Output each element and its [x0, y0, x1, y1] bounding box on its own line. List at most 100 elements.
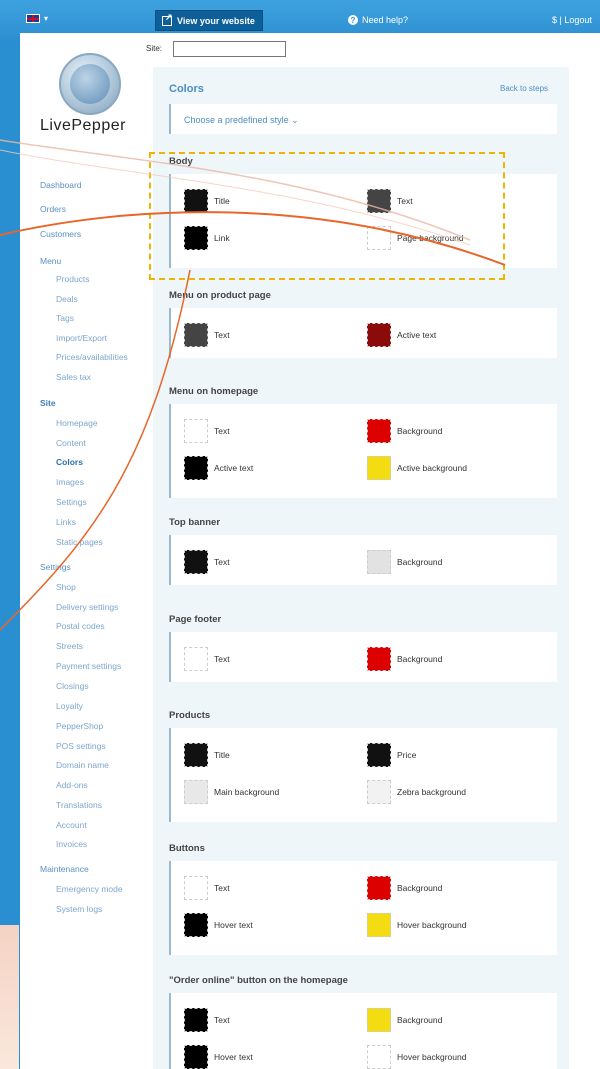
- color-label: Text: [397, 196, 413, 206]
- color-label: Background: [397, 883, 443, 893]
- sidebar-item-deals[interactable]: Deals: [56, 294, 78, 304]
- color-swatch[interactable]: [184, 456, 208, 480]
- site-label: Site:: [146, 44, 163, 53]
- color-swatch[interactable]: [184, 189, 208, 213]
- sidebar-item-orders[interactable]: Orders: [40, 204, 66, 214]
- sidebar-item-images[interactable]: Images: [56, 477, 84, 487]
- sidebar-item-settings[interactable]: Settings: [56, 497, 87, 507]
- color-swatch[interactable]: [367, 226, 391, 250]
- sidebar-item-pos-settings[interactable]: POS settings: [56, 741, 106, 751]
- color-swatch[interactable]: [184, 323, 208, 347]
- color-swatch[interactable]: [367, 550, 391, 574]
- color-swatch[interactable]: [367, 913, 391, 937]
- color-swatch[interactable]: [184, 876, 208, 900]
- sidebar-item-tags[interactable]: Tags: [56, 313, 74, 323]
- color-swatch[interactable]: [184, 647, 208, 671]
- color-swatch[interactable]: [184, 419, 208, 443]
- sidebar-item-emergency-mode[interactable]: Emergency mode: [56, 884, 123, 894]
- color-swatch[interactable]: [184, 1008, 208, 1032]
- external-link-icon: [162, 12, 173, 26]
- color-label: Hover background: [397, 1052, 467, 1062]
- color-swatch[interactable]: [367, 419, 391, 443]
- site-input[interactable]: [173, 41, 286, 57]
- sidebar-item-loyalty[interactable]: Loyalty: [56, 701, 83, 711]
- color-label: Zebra background: [397, 787, 466, 797]
- sidebar-item-sales-tax[interactable]: Sales tax: [56, 372, 91, 382]
- color-label: Title: [214, 750, 230, 760]
- sidebar-item-dashboard[interactable]: Dashboard: [40, 180, 82, 190]
- sidebar-item-static-pages[interactable]: Static pages: [56, 537, 103, 547]
- color-swatch[interactable]: [367, 1008, 391, 1032]
- color-label: Background: [397, 1015, 443, 1025]
- sidebar-item-streets[interactable]: Streets: [56, 641, 83, 651]
- color-swatch[interactable]: [367, 780, 391, 804]
- sidebar-item-translations[interactable]: Translations: [56, 800, 102, 810]
- section-title: Body: [169, 156, 193, 167]
- sidebar-item-links[interactable]: Links: [56, 517, 76, 527]
- section-title: Page footer: [169, 614, 222, 625]
- sidebar-item-peppershop[interactable]: PepperShop: [56, 721, 103, 731]
- color-label: Active background: [397, 463, 467, 473]
- color-swatch[interactable]: [184, 550, 208, 574]
- color-label: Active text: [214, 463, 254, 473]
- color-label: Main background: [214, 787, 280, 797]
- color-label: Text: [214, 1015, 230, 1025]
- sidebar-item-postal-codes[interactable]: Postal codes: [56, 621, 105, 631]
- sidebar-item-colors[interactable]: Colors: [56, 457, 83, 467]
- question-icon: ?: [348, 15, 358, 25]
- color-swatch[interactable]: [184, 1045, 208, 1069]
- sidebar-item-import-export[interactable]: Import/Export: [56, 333, 107, 343]
- uk-flag-icon[interactable]: [26, 14, 40, 23]
- logo-text: LivePepper: [40, 117, 126, 134]
- sidebar-item-domain-name[interactable]: Domain name: [56, 760, 109, 770]
- page-title: Colors: [169, 83, 204, 95]
- section-title: Menu on product page: [169, 290, 271, 301]
- sidebar-item-system-logs[interactable]: System logs: [56, 904, 102, 914]
- color-swatch[interactable]: [367, 189, 391, 213]
- color-swatch[interactable]: [367, 647, 391, 671]
- view-website-label: View your website: [177, 15, 255, 26]
- color-label: Text: [214, 883, 230, 893]
- sidebar-item-menu[interactable]: Menu: [40, 256, 61, 266]
- color-swatch[interactable]: [184, 913, 208, 937]
- sidebar-item-customers[interactable]: Customers: [40, 229, 81, 239]
- color-swatch[interactable]: [184, 743, 208, 767]
- color-label: Background: [397, 654, 443, 664]
- sidebar-item-invoices[interactable]: Invoices: [56, 839, 87, 849]
- side-decoration: [0, 925, 19, 1069]
- sidebar-item-products[interactable]: Products: [56, 274, 90, 284]
- back-to-steps-link[interactable]: Back to steps: [500, 84, 548, 93]
- color-swatch[interactable]: [184, 226, 208, 250]
- color-swatch[interactable]: [367, 1045, 391, 1069]
- predefined-style-dropdown[interactable]: Choose a predefined style ⌄: [184, 115, 299, 126]
- color-swatch[interactable]: [367, 743, 391, 767]
- sidebar-item-maintenance[interactable]: Maintenance: [40, 864, 89, 874]
- section-title: "Order online" button on the homepage: [169, 975, 348, 986]
- sidebar-item-payment-settings[interactable]: Payment settings: [56, 661, 121, 671]
- chevron-down-icon[interactable]: ▾: [44, 14, 48, 23]
- sidebar-item-prices-availabilities[interactable]: Prices/availabilities: [56, 352, 128, 362]
- section-title: Menu on homepage: [169, 386, 259, 397]
- color-swatch[interactable]: [367, 323, 391, 347]
- color-swatch[interactable]: [184, 780, 208, 804]
- color-swatch[interactable]: [367, 876, 391, 900]
- section-title: Buttons: [169, 843, 205, 854]
- color-label: Text: [214, 654, 230, 664]
- sidebar-item-account[interactable]: Account: [56, 820, 87, 830]
- sidebar-item-shop[interactable]: Shop: [56, 582, 76, 592]
- sidebar-item-settings[interactable]: Settings: [40, 562, 71, 572]
- view-website-button[interactable]: View your website: [155, 10, 263, 31]
- color-label: Background: [397, 426, 443, 436]
- logout-link[interactable]: $ | Logout: [552, 15, 592, 25]
- sidebar-item-add-ons[interactable]: Add-ons: [56, 780, 88, 790]
- sidebar-item-closings[interactable]: Closings: [56, 681, 89, 691]
- section-box: [169, 174, 557, 268]
- color-label: Hover text: [214, 920, 253, 930]
- color-label: Hover text: [214, 1052, 253, 1062]
- help-link[interactable]: ? Need help?: [348, 15, 408, 25]
- sidebar-item-delivery-settings[interactable]: Delivery settings: [56, 602, 118, 612]
- sidebar-item-homepage[interactable]: Homepage: [56, 418, 98, 428]
- sidebar-item-content[interactable]: Content: [56, 438, 86, 448]
- sidebar-item-site[interactable]: Site: [40, 398, 56, 408]
- color-swatch[interactable]: [367, 456, 391, 480]
